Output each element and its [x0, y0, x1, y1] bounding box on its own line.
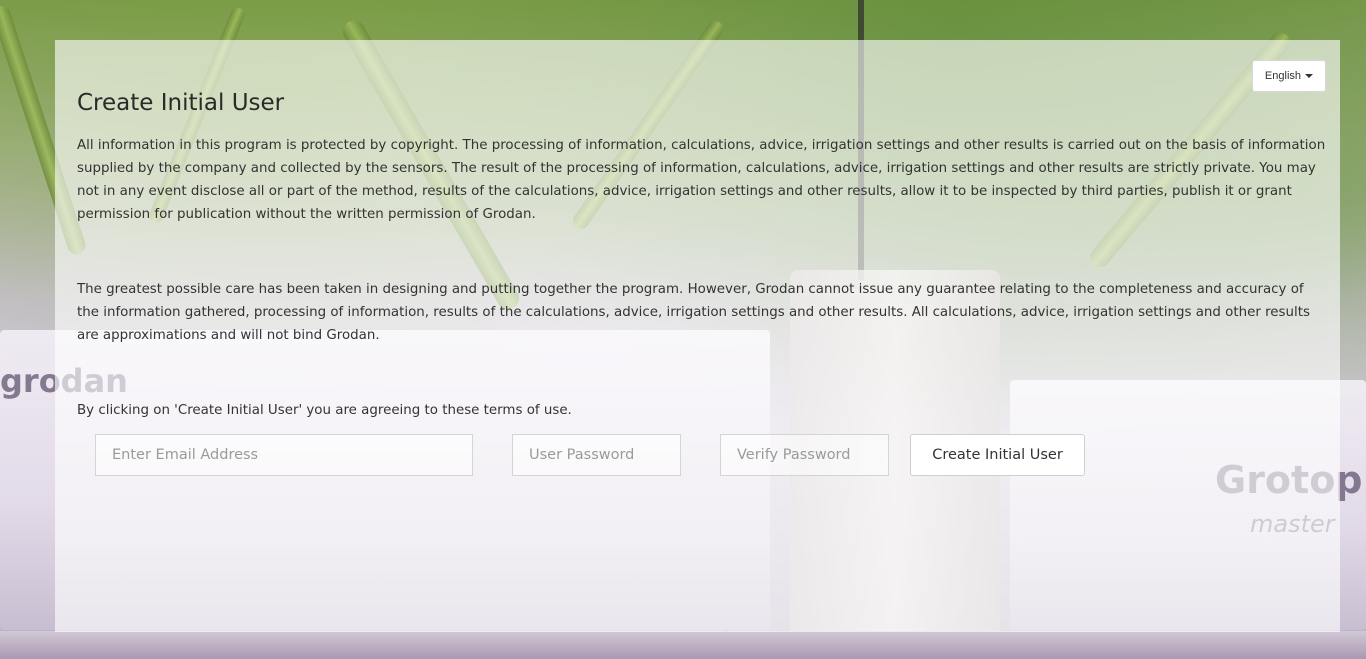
disclaimer-paragraph: The greatest possible care has been take… — [77, 282, 1310, 343]
terms-panel: English Create Initial User All informat… — [55, 40, 1340, 632]
create-initial-user-button[interactable]: Create Initial User — [910, 434, 1085, 476]
caret-down-icon — [1305, 74, 1313, 78]
copyright-paragraph: All information in this program is prote… — [77, 138, 1326, 222]
verify-password-input[interactable] — [720, 434, 889, 476]
language-dropdown[interactable]: English — [1251, 60, 1326, 92]
language-label: English — [1264, 70, 1301, 82]
page-title: Create Initial User — [77, 90, 285, 116]
agreement-paragraph: By clicking on 'Create Initial User' you… — [77, 403, 572, 418]
background-bottom — [0, 631, 1366, 659]
password-input[interactable] — [512, 434, 681, 476]
email-input[interactable] — [95, 434, 473, 476]
